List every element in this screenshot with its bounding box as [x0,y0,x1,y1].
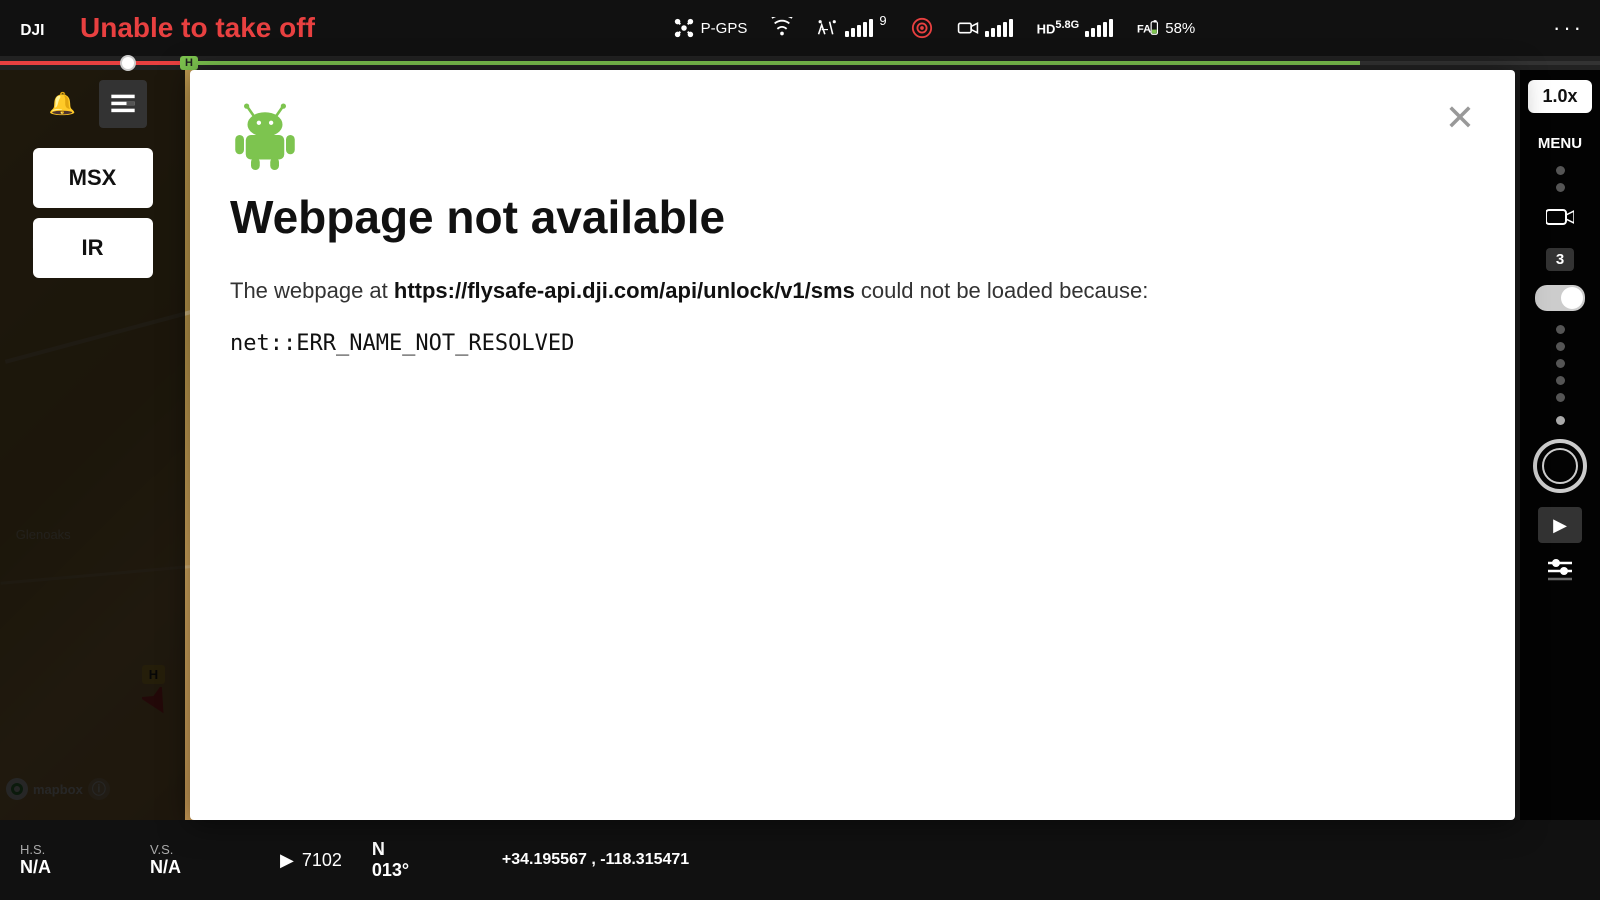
sensor-indicator [911,17,933,39]
left-sidebar: 🔔 MSX IR [0,70,185,900]
right-dots-2 [1556,325,1565,402]
id-value: 7102 [302,850,342,871]
top-right: ··· [1553,15,1584,41]
toggle-knob [1561,287,1583,309]
hd-badge: HD5.8G [1037,19,1080,36]
dji-logo-svg: DJI [19,12,61,44]
dot-active [1556,416,1565,425]
gps-label: P-GPS [701,20,748,37]
play-indicator: ▶ [280,850,294,871]
gps-indicator: P-GPS [673,17,748,39]
svg-text:DJI: DJI [20,22,44,39]
modal-url: https://flysafe-api.dji.com/api/unlock/v… [394,278,855,303]
msx-button[interactable]: MSX [33,148,153,208]
modal-close-button[interactable]: ✕ [1445,100,1475,136]
dot-7 [1556,393,1565,402]
more-menu-dots[interactable]: ··· [1553,15,1584,41]
modal-body: The webpage at https://flysafe-api.dji.c… [230,274,1475,307]
bell-icon[interactable]: 🔔 [39,80,87,128]
slider-track [0,61,1600,65]
dot-3 [1556,325,1565,334]
zoom-button[interactable]: 1.0x [1528,80,1591,113]
slider-thumb[interactable] [120,55,136,71]
menu-label: MENU [1538,135,1582,152]
modal-title: Webpage not available [230,190,1475,244]
signal-bars [845,19,873,37]
drone-icon [673,17,695,39]
dot-1 [1556,166,1565,175]
signal-num: 9 [879,13,886,28]
battery-pct: 58% [1165,20,1195,37]
modal-body-suffix: could not be loaded because: [855,278,1149,303]
play-button[interactable]: ▶ [1538,507,1582,543]
flight-id: ▶ 7102 [280,850,342,871]
camera-icon[interactable] [1546,206,1574,234]
vertical-speed: V.S. N/A [150,842,250,878]
vs-label: V.S. [150,842,250,857]
shutter-button[interactable] [1533,439,1587,493]
wifi-icon [771,17,793,39]
modal-error-code: net::ERR_NAME_NOT_RESOLVED [230,331,1475,356]
dot-2 [1556,183,1565,192]
sliders-icon[interactable] [1546,557,1574,587]
warning-text: Unable to take off [80,12,315,44]
coord-value: +34.195567 , -118.315471 [502,851,689,869]
top-center-icons: P-GPS [315,17,1553,39]
heading-value: 013° [372,860,472,881]
photo-count-badge: 3 [1546,248,1574,271]
hd-signal-bars [1085,19,1113,37]
dot-4 [1556,342,1565,351]
mode-toggle[interactable] [1535,285,1585,311]
right-sidebar: 1.0x MENU 3 ▶ [1520,70,1600,820]
controller-signal: 9 [817,17,886,39]
hs-label: H.S. [20,842,120,857]
modal-top: ✕ [230,100,1475,170]
vs-value: N/A [150,857,250,878]
camera-signal-icon [957,17,979,39]
target-icon [911,17,933,39]
left-top-icons: 🔔 [39,80,147,128]
video-signal-bars [985,19,1013,37]
north-label: N [372,839,472,860]
menu-lines-icon [109,90,137,118]
ir-button[interactable]: IR [33,218,153,278]
hd-signal: HD5.8G [1037,19,1114,37]
dot-6 [1556,376,1565,385]
battery-indicator: FA 58% [1137,17,1195,39]
android-robot-icon [230,100,300,170]
svg-text:FA: FA [1137,24,1151,36]
dot-5 [1556,359,1565,368]
slider-bar: H [0,56,1600,70]
hs-value: N/A [20,857,120,878]
battery-icon: FA [1137,17,1159,39]
menu-icon[interactable] [99,80,147,128]
coordinates: +34.195567 , -118.315471 [502,851,689,869]
slider-h-badge: H [180,56,198,70]
modal-body-prefix: The webpage at [230,278,394,303]
top-bar: DJI Unable to take off P-GPS [0,0,1600,56]
webpage-not-available-modal: ✕ Webpage not available The webpage at h… [190,70,1515,820]
bottom-bar: H.S. N/A V.S. N/A ▶ 7102 N 013° +34.1955… [0,820,1600,900]
video-signal [957,17,1013,39]
horizontal-speed: H.S. N/A [20,842,120,878]
shutter-inner [1542,448,1578,484]
wifi-indicator [771,17,793,39]
right-dots [1556,166,1565,192]
controller-icon [817,17,839,39]
dji-logo: DJI [16,8,64,48]
heading-info: N 013° [372,839,472,881]
